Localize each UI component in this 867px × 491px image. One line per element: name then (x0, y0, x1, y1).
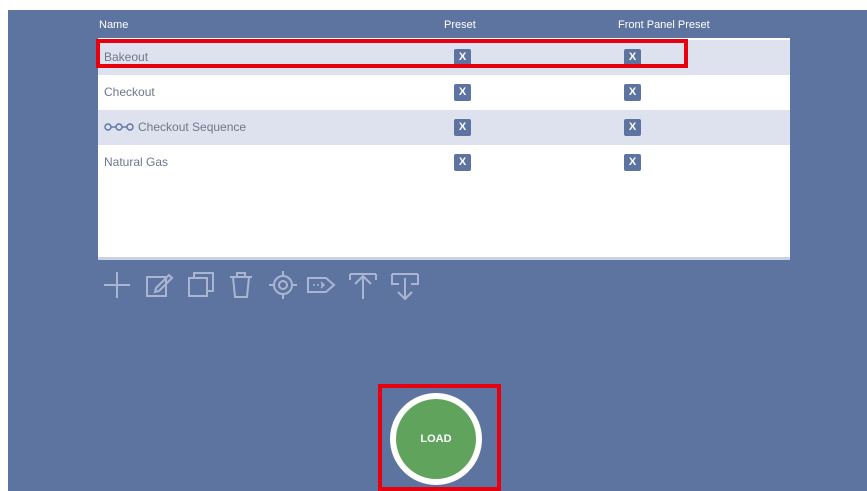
table-row[interactable]: Natural Gas X X (98, 145, 790, 180)
preset-x-button[interactable]: X (454, 154, 471, 171)
load-button-label: LOAD (396, 399, 476, 479)
preset-table: Bakeout X X Checkout X X Checkout Sequen… (98, 38, 790, 257)
load-button-container: LOAD (388, 393, 492, 491)
row-name: Checkout Sequence (138, 120, 247, 134)
add-icon[interactable] (100, 268, 134, 302)
load-button[interactable]: LOAD (390, 393, 482, 485)
row-name: Natural Gas (104, 155, 169, 169)
table-divider (98, 257, 790, 260)
row-name: Checkout (104, 85, 155, 99)
table-row[interactable]: Checkout X X (98, 75, 790, 110)
column-header-name[interactable]: Name (99, 19, 128, 33)
column-header-preset[interactable]: Preset (444, 19, 476, 33)
edit-icon[interactable] (142, 268, 176, 302)
front-panel-preset-x-button[interactable]: X (624, 84, 641, 101)
row-name: Bakeout (104, 50, 149, 64)
preset-x-button[interactable]: X (454, 49, 471, 66)
table-row[interactable]: Bakeout X X (98, 40, 790, 75)
tag-icon[interactable] (304, 268, 338, 302)
front-panel-preset-x-button[interactable]: X (624, 49, 641, 66)
column-header-front-panel-preset[interactable]: Front Panel Preset (618, 19, 710, 33)
sequence-icon (104, 123, 134, 131)
front-panel-preset-x-button[interactable]: X (624, 119, 641, 136)
preset-x-button[interactable]: X (454, 84, 471, 101)
row-name-with-icon: Checkout Sequence (104, 110, 246, 145)
target-icon[interactable] (266, 268, 300, 302)
upload-icon[interactable] (346, 268, 380, 302)
front-panel-preset-x-button[interactable]: X (624, 154, 641, 171)
download-icon[interactable] (388, 268, 422, 302)
delete-icon[interactable] (224, 268, 258, 302)
copy-icon[interactable] (184, 268, 218, 302)
table-row[interactable]: Checkout Sequence X X (98, 110, 790, 145)
preset-x-button[interactable]: X (454, 119, 471, 136)
